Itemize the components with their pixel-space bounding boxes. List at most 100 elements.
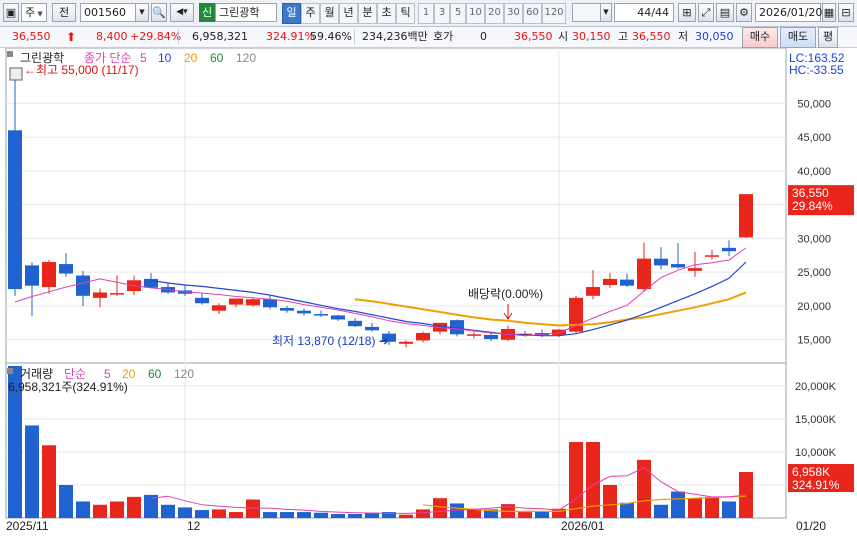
period-tab-2[interactable]: 월 (320, 3, 339, 24)
date-field[interactable]: 2026/01/20 (755, 3, 822, 22)
interval-buttons: 1 3 5 10 20 30 60 120 (418, 3, 568, 24)
low-annotation: 최저 13,870 (12/18) ➜ (272, 334, 389, 348)
ma-period-60: 60 (210, 51, 224, 65)
candle-body (586, 287, 600, 296)
candle-body (722, 247, 736, 252)
sell-button[interactable]: 매도 (780, 27, 816, 48)
candle-body (314, 314, 328, 316)
period-tab-0[interactable]: 일 (282, 3, 301, 24)
interval-button-20[interactable]: 20 (485, 3, 504, 24)
high-price: 36,550 (632, 30, 671, 43)
candle-body (739, 194, 753, 238)
candle-body (654, 258, 668, 266)
count-total: /44 (651, 6, 669, 19)
volume-bar (705, 496, 719, 518)
volume-bar (144, 494, 158, 518)
volume-bar (246, 499, 260, 518)
market-select[interactable]: 주 ▼ (21, 3, 47, 22)
search-icon[interactable]: 🔍 (151, 3, 167, 22)
period-tab-4[interactable]: 분 (358, 3, 377, 24)
average-button[interactable]: 평 (818, 27, 838, 48)
interval-button-3[interactable]: 3 (434, 3, 450, 24)
period-tab-3[interactable]: 년 (339, 3, 358, 24)
volume-bar (433, 498, 447, 518)
candle-body (263, 299, 277, 308)
period-tab-1[interactable]: 주 (301, 3, 320, 24)
interval-button-30[interactable]: 30 (504, 3, 523, 24)
count-value: 44 (637, 6, 652, 19)
high-label: 고 (618, 30, 629, 43)
volume-bar (535, 511, 549, 518)
interval-button-1[interactable]: 1 (418, 3, 434, 24)
code-input[interactable]: 001560 (80, 3, 136, 22)
volume-bar (722, 501, 736, 518)
candlestick-chart[interactable]: 15,00020,00025,00030,00035,00040,00045,0… (0, 48, 857, 542)
current-volume-pct: 324.91% (792, 478, 840, 492)
x-label-2026-01: 2026/01 (561, 519, 605, 533)
open-label: 시 (558, 30, 569, 43)
volume-bar (671, 491, 685, 518)
price-tick-label: 40,000 (797, 166, 831, 178)
gear-icon[interactable]: ⚙ (736, 3, 752, 22)
volume-bar (569, 442, 583, 518)
volume-bar (76, 501, 90, 518)
price-tick-label: 15,000 (797, 335, 831, 347)
sound-icon[interactable]: ◀▾ (170, 3, 194, 22)
hoga-label: 호가 (433, 30, 454, 43)
turnover: 59.46% (310, 30, 352, 43)
options-icon[interactable]: ⊟ (838, 3, 854, 22)
volume-bar (161, 504, 175, 518)
candle-body (348, 320, 362, 327)
volume: 6,958,321 (192, 30, 248, 43)
candle-body (484, 335, 498, 340)
candle-body (671, 264, 685, 268)
save-icon[interactable]: ▤ (716, 3, 734, 22)
grid-icon[interactable]: ⊞ (678, 3, 696, 22)
market-value: 주 (25, 6, 36, 19)
count-field[interactable]: 44/44 (614, 3, 674, 22)
zoom-icon[interactable]: ⤢ (698, 3, 714, 22)
volume-bar (654, 504, 668, 518)
price-panel (5, 48, 787, 365)
price-tick-label: 25,000 (797, 267, 831, 279)
x-label-2025-11: 2025/11 (6, 519, 49, 533)
candle-body (195, 297, 209, 304)
candle-body (93, 292, 107, 298)
low-price: 30,050 (695, 30, 734, 43)
interval-button-10[interactable]: 10 (466, 3, 485, 24)
hoga-value: 0 (480, 30, 487, 43)
volume-bar (280, 512, 294, 518)
volume-bar (263, 512, 277, 518)
price-tick-label: 30,000 (797, 233, 831, 245)
current-volume-label: 6,958K (792, 465, 830, 479)
buy-button[interactable]: 매수 (742, 27, 778, 48)
volume-bar (229, 512, 243, 518)
calendar-icon[interactable]: ▦ (822, 3, 836, 22)
candle-body (331, 315, 345, 320)
candle-body (280, 307, 294, 311)
interval-button-60[interactable]: 60 (523, 3, 542, 24)
volume-bar (348, 514, 362, 518)
candle-body (467, 334, 481, 336)
candle-body (144, 278, 158, 288)
current-price: 36,550 (12, 30, 51, 43)
interval-button-120[interactable]: 120 (542, 3, 566, 24)
volume-ma-period-20: 20 (122, 367, 136, 381)
volume-bar (59, 484, 73, 518)
candle-body (603, 278, 617, 286)
period-tab-6[interactable]: 틱 (396, 3, 415, 24)
jeon-button[interactable]: 전 (52, 3, 76, 22)
candle-body (416, 332, 430, 341)
volume-bar (195, 510, 209, 518)
code-dropdown-icon[interactable]: ▼ (135, 3, 149, 22)
candle-body (705, 255, 719, 257)
interval-button-5[interactable]: 5 (450, 3, 466, 24)
volume-bar (93, 504, 107, 518)
period-tab-5[interactable]: 초 (377, 3, 396, 24)
candle-body (110, 293, 124, 295)
interval-dropdown-icon[interactable]: ▼ (600, 3, 612, 22)
price-tick-label: 20,000 (797, 301, 831, 313)
volume-bar (331, 514, 345, 518)
x-label-01-20: 01/20 (796, 519, 826, 533)
window-icon[interactable]: ▣ (3, 3, 19, 22)
